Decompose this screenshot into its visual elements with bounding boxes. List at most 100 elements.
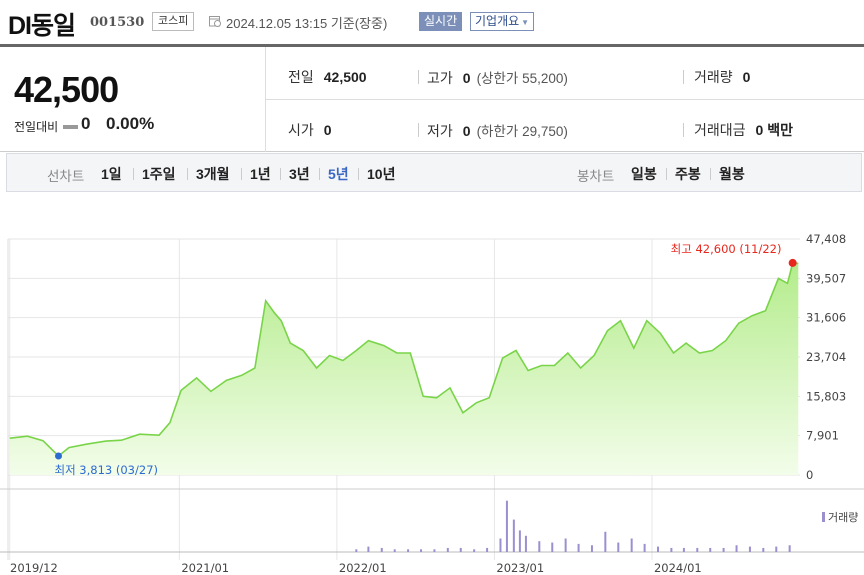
flat-change-icon [63, 125, 78, 129]
period-10y[interactable]: 10년 [367, 164, 395, 184]
company-info-dropdown[interactable]: 기업개요 ▼ [470, 12, 535, 31]
low-label: 저가 [427, 123, 453, 139]
volume-value: 0 [742, 69, 751, 85]
amount-value: 0 백만 [755, 122, 793, 138]
divider [683, 70, 684, 84]
datetime: 2024.12.05 13:15 기준(장중) [226, 16, 388, 31]
separator [319, 168, 320, 180]
y-tick-label: 23,704 [806, 350, 846, 364]
company-info-label: 기업개요 [475, 14, 520, 28]
separator [666, 168, 667, 180]
volume-bar [762, 547, 765, 552]
low-marker [54, 452, 62, 460]
period-3y[interactable]: 3년 [289, 164, 310, 184]
clock-icon [209, 16, 221, 27]
current-price: 42,500 [14, 69, 119, 110]
volume-bar [722, 547, 725, 552]
change-value: 0 [81, 114, 91, 133]
volume-bar [735, 545, 738, 552]
volume-bar [657, 546, 660, 552]
period-5y[interactable]: 5년 [328, 164, 349, 184]
volume-bar [696, 547, 699, 552]
low-value: 0 [462, 123, 471, 139]
volume-bar [459, 547, 462, 552]
x-tick-label: 2022/01 [339, 561, 387, 575]
volume-bar [630, 538, 633, 552]
high-value: 0 [462, 70, 471, 86]
volume: 거래량 0 [694, 67, 750, 87]
volume-bar [499, 538, 502, 552]
volume-legend-swatch [822, 512, 825, 522]
volume-bar [551, 542, 554, 552]
prev-close-value: 42,500 [323, 69, 367, 85]
volume-bar [577, 543, 580, 552]
volume-bar [505, 500, 508, 552]
volume-bar [355, 549, 358, 552]
volume-bar [748, 546, 751, 552]
period-1w[interactable]: 1주일 [142, 164, 176, 184]
x-tick-label: 2019/12 [10, 561, 58, 575]
volume-bar [775, 546, 778, 552]
volume-bar [682, 547, 685, 552]
candle-weekly[interactable]: 주봉 [675, 164, 701, 184]
y-tick-label: 7,901 [806, 429, 839, 443]
high-price: 고가 0 (상한가 55,200) [427, 67, 568, 88]
stock-header: DI동일 001530 코스피 2024.12.05 13:15 기준(장중) … [0, 0, 864, 44]
market-badge: 코스피 [152, 12, 195, 31]
low-price: 저가 0 (하한가 29,750) [427, 120, 568, 141]
volume-bar [590, 545, 593, 552]
volume-bars [355, 500, 791, 552]
x-tick-label: 2024/01 [654, 561, 702, 575]
volume-bar [643, 543, 646, 552]
price-area [9, 262, 799, 475]
candle-daily[interactable]: 일봉 [631, 164, 657, 184]
price-area-fill [9, 262, 799, 475]
candle-chart-label: 봉차트 [577, 169, 615, 184]
divider [683, 123, 684, 137]
volume-bar [407, 549, 410, 552]
high-marker [788, 258, 797, 267]
period-3m[interactable]: 3개월 [196, 164, 230, 184]
volume-bar [473, 549, 476, 552]
volume-bar [670, 547, 673, 552]
volume-legend: 거래량 [828, 511, 858, 524]
separator [358, 168, 359, 180]
volume-bar [788, 545, 791, 552]
y-tick-label: 15,803 [806, 389, 846, 403]
line-chart-label: 선차트 [47, 169, 85, 184]
prev-close-label: 전일 [288, 69, 314, 85]
realtime-button[interactable]: 실시간 [419, 12, 463, 31]
candle-monthly[interactable]: 월봉 [719, 164, 745, 184]
change-percent: 0.00% [106, 114, 155, 133]
volume-bar [617, 542, 620, 552]
row-divider [266, 99, 864, 100]
x-tick-label: 2023/01 [496, 561, 544, 575]
volume-bar [393, 549, 396, 552]
volume-bar [420, 549, 423, 552]
y-tick-label: 0 [806, 468, 813, 482]
stock-name: DI동일 [8, 12, 76, 40]
separator [133, 168, 134, 180]
volume-bar [367, 546, 370, 552]
period-selector: 선차트 1일 1주일 3개월 1년 3년 5년 10년 봉차트 일봉 주봉 월봉 [6, 153, 862, 192]
open-label: 시가 [288, 122, 314, 138]
y-tick-label: 31,606 [806, 311, 846, 325]
upper-limit: (상한가 55,200) [476, 71, 568, 86]
trade-amount: 거래대금 0 백만 [694, 120, 793, 140]
volume-bar [518, 530, 521, 552]
stock-code: 001530 [90, 15, 145, 30]
high-annotation: 최고 42,600 (11/22) [671, 242, 782, 256]
lower-limit: (하한가 29,750) [476, 124, 568, 139]
price-chart[interactable]: 47,408 39,507 31,606 23,704 15,803 7,901 0 2019… [0, 230, 864, 575]
volume-bar [486, 547, 489, 552]
high-label: 고가 [427, 70, 453, 86]
period-1d[interactable]: 1일 [101, 164, 122, 184]
divider [418, 70, 419, 84]
volume-bar [538, 541, 541, 552]
volume-bar [512, 519, 515, 552]
separator [280, 168, 281, 180]
period-1y[interactable]: 1년 [250, 164, 271, 184]
y-tick-label: 47,408 [806, 232, 846, 246]
chevron-down-icon: ▼ [521, 18, 530, 27]
volume-bar [524, 535, 527, 552]
